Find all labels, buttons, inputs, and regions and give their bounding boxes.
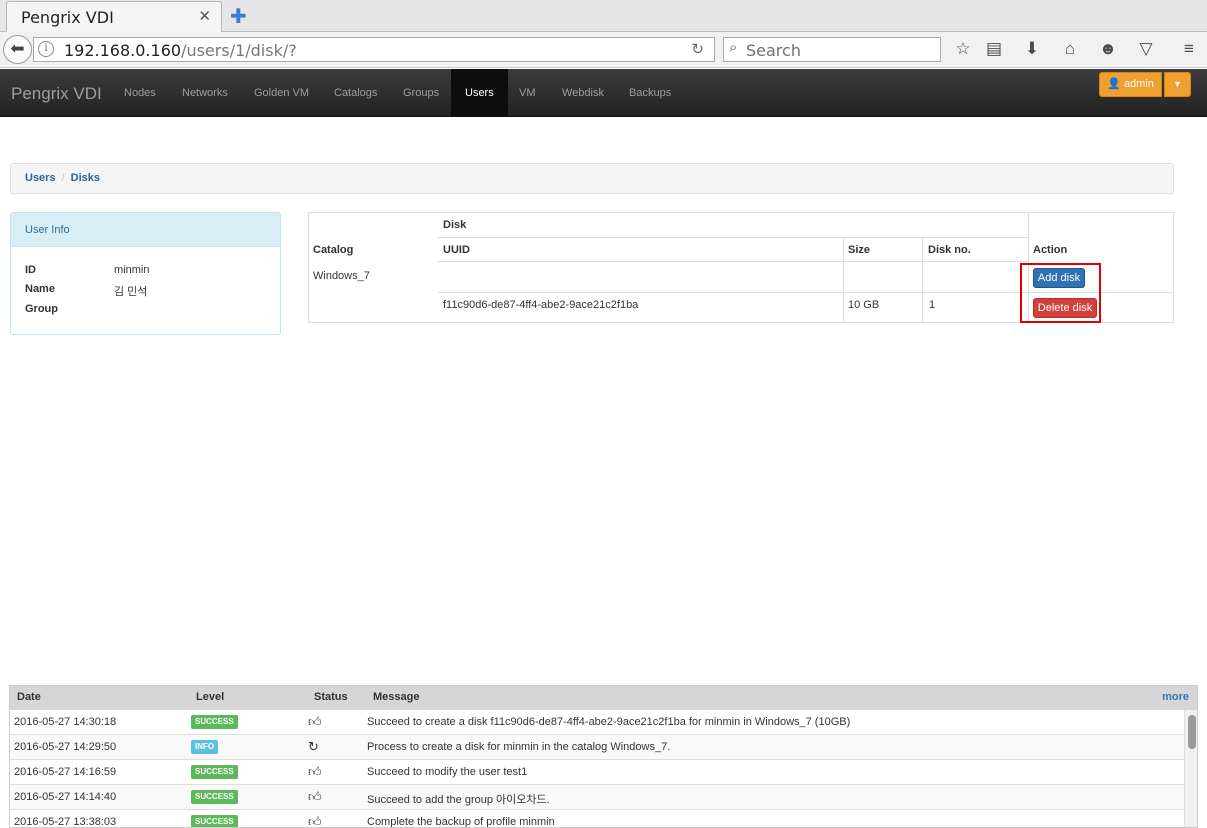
info-value: minmin	[114, 264, 150, 276]
size-header: Size	[848, 244, 871, 256]
log-date: 2016-05-27 14:16:59	[14, 766, 117, 778]
nav-nodes[interactable]: Nodes	[110, 69, 170, 116]
nav-vm[interactable]: VM	[505, 69, 550, 116]
table-divider	[438, 261, 1028, 262]
log-date: 2016-05-27 14:29:50	[14, 741, 117, 753]
scroll-thumb[interactable]	[1188, 715, 1196, 749]
thumbs-up-icon: 👍︎	[308, 814, 322, 828]
smiley-icon[interactable]: ☻	[1097, 39, 1119, 59]
nav-groups[interactable]: Groups	[389, 69, 453, 116]
log-header: Date Level Status Message more	[10, 686, 1197, 710]
level-badge: SUCCESS	[191, 815, 238, 827]
log-message-header: Message	[373, 691, 420, 703]
pocket-icon[interactable]: ▽	[1135, 39, 1157, 59]
event-log: Date Level Status Message more 2016-05-2…	[9, 685, 1198, 828]
nav-backups[interactable]: Backups	[615, 69, 685, 116]
breadcrumb-disks[interactable]: Disks	[71, 172, 100, 184]
browser-tab[interactable]: Pengrix VDI ✕	[6, 1, 222, 32]
url-path: /users/1/disk/?	[181, 41, 297, 60]
user-icon: 👤	[1107, 78, 1121, 90]
nav-catalogs[interactable]: Catalogs	[320, 69, 391, 116]
log-date: 2016-05-27 14:14:40	[14, 791, 117, 803]
catalog-header: Catalog	[313, 244, 354, 256]
log-row: 2016-05-27 14:14:40 SUCCESS 👍︎ Succeed t…	[10, 785, 1184, 810]
log-row: 2016-05-27 13:38:03 SUCCESS 👍︎ Complete …	[10, 810, 1184, 828]
nav-golden-vm[interactable]: Golden VM	[240, 69, 323, 116]
disk-number: 1	[929, 299, 936, 311]
url-bar[interactable]: i 192.168.0.160/users/1/disk/? ↻	[33, 37, 715, 62]
close-icon[interactable]: ✕	[198, 7, 211, 25]
browser-tab-bar: Pengrix VDI ✕ ✚	[0, 0, 1207, 32]
admin-button[interactable]: 👤 admin	[1099, 72, 1162, 97]
highlight-annotation	[1020, 263, 1101, 323]
breadcrumb-separator: /	[61, 172, 65, 184]
thumbs-up-icon: 👍︎	[308, 764, 322, 779]
user-info-title: User Info	[11, 213, 280, 247]
disk-group-header: Disk	[443, 219, 467, 231]
disk-size: 10 GB	[848, 299, 880, 311]
user-info-panel: User Info ID minmin Name 김 민석 Group	[10, 212, 281, 335]
disk-uuid: f11c90d6-de87-4ff4-abe2-9ace21c2f1ba	[443, 299, 639, 311]
hamburger-menu-icon[interactable]: ≡	[1178, 39, 1200, 59]
log-row: 2016-05-27 14:30:18 SUCCESS 👍︎ Succeed t…	[10, 710, 1184, 735]
log-date: 2016-05-27 14:30:18	[14, 716, 117, 728]
uuid-header: UUID	[443, 244, 470, 256]
table-divider	[922, 237, 923, 323]
level-badge: INFO	[191, 740, 219, 754]
log-scrollbar[interactable]	[1184, 710, 1197, 827]
brand-logo[interactable]: Pengrix VDI	[11, 84, 102, 104]
app-navbar: Pengrix VDI Nodes Networks Golden VM Cat…	[0, 69, 1207, 117]
table-divider	[438, 237, 1028, 238]
admin-label: admin	[1123, 78, 1154, 90]
url-text[interactable]: 192.168.0.160/users/1/disk/?	[64, 41, 297, 60]
back-arrow-icon[interactable]: ⬅	[3, 35, 32, 64]
disk-no-header: Disk no.	[928, 244, 971, 256]
caret-down-icon[interactable]: ▼	[1164, 72, 1191, 97]
home-icon[interactable]: ⌂	[1059, 39, 1081, 59]
level-badge: SUCCESS	[191, 715, 238, 729]
log-date: 2016-05-27 13:38:03	[14, 816, 117, 828]
new-tab-icon[interactable]: ✚	[230, 4, 247, 29]
refresh-icon: ↻	[308, 739, 319, 754]
info-icon[interactable]: i	[38, 41, 54, 57]
log-row: 2016-05-27 14:16:59 SUCCESS 👍︎ Succeed t…	[10, 760, 1184, 785]
level-badge: SUCCESS	[191, 765, 238, 779]
nav-webdisk[interactable]: Webdisk	[548, 69, 618, 116]
download-icon[interactable]: ⬇	[1021, 39, 1043, 59]
info-label: Group	[25, 303, 58, 315]
reload-icon[interactable]: ↻	[691, 40, 704, 58]
info-label: Name	[25, 283, 55, 295]
log-row: 2016-05-27 14:29:50 INFO ↻ Process to cr…	[10, 735, 1184, 760]
breadcrumb: Users / Disks	[10, 163, 1174, 194]
log-message: Succeed to create a disk f11c90d6-de87-4…	[367, 716, 851, 728]
log-message: Succeed to add the group 아이오차드.	[367, 794, 550, 806]
thumbs-up-icon: 👍︎	[308, 714, 322, 729]
log-message: Succeed to modify the user test1	[367, 766, 528, 778]
tab-title: Pengrix VDI	[21, 8, 114, 27]
browser-toolbar: ⬅ i 192.168.0.160/users/1/disk/? ↻ ⌕ ☆ ▤…	[0, 32, 1207, 68]
log-date-header: Date	[17, 691, 41, 703]
thumbs-up-icon: 👍︎	[308, 789, 322, 804]
nav-networks[interactable]: Networks	[168, 69, 242, 116]
nav-users[interactable]: Users	[451, 69, 508, 116]
bookmark-star-icon[interactable]: ☆	[952, 39, 974, 59]
reading-list-icon[interactable]: ▤	[983, 39, 1005, 59]
action-header: Action	[1033, 244, 1068, 256]
log-more-link[interactable]: more	[1162, 691, 1189, 703]
search-icon: ⌕	[729, 39, 738, 56]
info-label: ID	[25, 264, 36, 276]
search-bar[interactable]: ⌕	[723, 37, 941, 62]
level-badge: SUCCESS	[191, 790, 238, 804]
url-host: 192.168.0.160	[64, 41, 182, 60]
search-input[interactable]	[746, 40, 936, 60]
log-level-header: Level	[196, 691, 225, 703]
table-divider	[843, 237, 844, 323]
log-message: Process to create a disk for minmin in t…	[367, 741, 671, 753]
info-value: 김 민석	[114, 286, 148, 298]
log-status-header: Status	[314, 691, 348, 703]
breadcrumb-users[interactable]: Users	[25, 172, 56, 184]
catalog-name: Windows_7	[313, 270, 370, 282]
log-message: Complete the backup of profile minmin	[367, 816, 555, 828]
